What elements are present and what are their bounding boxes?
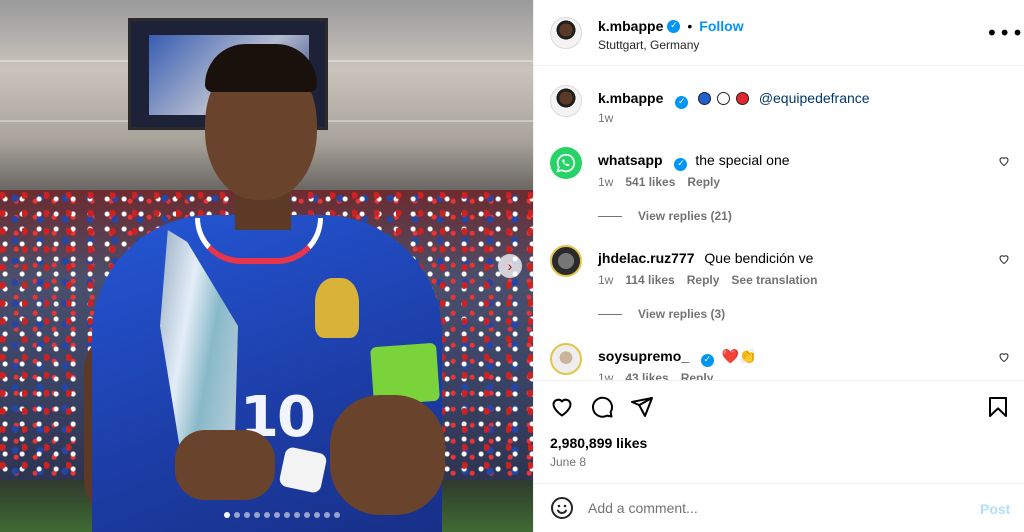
add-comment-bar: Post [534,483,1024,532]
comment-body: Que bendición ve [704,250,814,266]
post-panel: k.mbappe ✓ • Follow Stuttgart, Germany •… [533,0,1024,532]
carousel-dot [334,512,340,518]
post-button[interactable]: Post [980,501,1010,517]
comment-text: whatsapp ✓ the special one [598,151,988,171]
comment: soysupremo_ ✓ ❤️👏 1w 43 likes Reply [550,343,1010,380]
player-arm [330,395,445,515]
see-translation-button[interactable]: See translation [731,273,817,287]
timestamp: 1w [598,273,614,287]
caption: k.mbappe ✓ @equipedefrance 1w [550,85,1010,135]
chevron-right-icon: › [507,258,513,274]
avatar[interactable] [550,17,582,49]
follow-button[interactable]: Follow [699,18,743,34]
carousel-dots [224,512,340,518]
player-hair [205,44,317,92]
red-circle-icon [735,92,749,105]
username-link[interactable]: whatsapp [598,152,663,168]
avatar[interactable] [550,85,582,117]
like-comment-icon[interactable] [998,351,1010,363]
verified-icon: ✓ [667,19,681,33]
username-link[interactable]: k.mbappe [598,18,663,34]
separator: • [687,18,693,34]
carousel-dot [304,512,310,518]
timestamp: 1w [598,175,614,189]
emoji-icon[interactable] [550,496,574,520]
carousel-dot [254,512,260,518]
avatar[interactable] [550,343,582,375]
like-comment-icon[interactable] [998,253,1010,265]
whatsapp-icon [556,153,576,173]
flag-emojis [698,90,755,106]
comment-likes[interactable]: 541 likes [625,175,675,189]
view-replies-button[interactable]: View replies (21) [598,209,732,223]
comment-text: jhdelac.ruz777 Que bendición ve [598,249,988,267]
white-circle-icon [717,92,731,105]
view-replies-button[interactable]: View replies (3) [598,307,725,321]
carousel-dot [264,512,270,518]
location-link[interactable]: Stuttgart, Germany [598,38,699,52]
verified-icon: ✓ [675,96,689,109]
like-comment-icon[interactable] [998,155,1010,167]
carousel-dot [284,512,290,518]
verified-icon: ✓ [700,354,714,367]
comment: whatsapp ✓ the special one 1w 541 likes … [550,147,1010,237]
comment-input[interactable] [588,494,968,522]
verified-icon: ✓ [674,158,688,171]
carousel-next-button[interactable]: › [498,254,522,278]
username-link[interactable]: k.mbappe [598,90,663,106]
reply-button[interactable]: Reply [681,371,714,380]
avatar[interactable] [550,147,582,179]
like-icon[interactable] [550,395,574,419]
caption-text: k.mbappe ✓ @equipedefrance [598,89,988,109]
mention-link[interactable]: @equipedefrance [759,90,870,106]
team-crest [315,278,359,338]
comment-text: soysupremo_ ✓ ❤️👏 [598,347,988,367]
player-hand [175,430,275,500]
caption-meta: 1w [598,111,613,125]
more-options-icon[interactable]: ••• [986,21,1024,45]
carousel-dot [234,512,240,518]
post-author: k.mbappe ✓ • Follow [598,18,744,34]
post-media[interactable]: 10 › [0,0,533,532]
timestamp: 1w [598,111,614,125]
post-date: June 8 [550,455,587,469]
username-link[interactable]: soysupremo_ [598,348,689,364]
username-link[interactable]: jhdelac.ruz777 [598,250,695,266]
comment-body: ❤️👏 [721,348,757,364]
timestamp: 1w [598,371,614,380]
comment-meta: 1w 541 likes Reply [598,175,720,189]
wrist-tape [278,446,328,494]
comments-section[interactable]: k.mbappe ✓ @equipedefrance 1w whatsapp ✓… [534,67,1024,380]
comment-meta: 1w 114 likes Reply See translation [598,273,817,287]
reply-button[interactable]: Reply [687,273,720,287]
blue-circle-icon [698,92,712,105]
carousel-dot [244,512,250,518]
reply-button[interactable]: Reply [687,175,720,189]
comment-likes[interactable]: 43 likes [625,371,668,380]
comment-likes[interactable]: 114 likes [625,273,674,287]
carousel-dot [274,512,280,518]
post-actions: 2,980,899 likes June 8 [534,380,1024,483]
avatar[interactable] [550,245,582,277]
comment-icon[interactable] [590,395,614,419]
likes-count[interactable]: 2,980,899 likes [550,435,647,451]
comment-meta: 1w 43 likes Reply [598,371,713,380]
save-icon[interactable] [986,395,1010,419]
comment: jhdelac.ruz777 Que bendición ve 1w 114 l… [550,245,1010,335]
post-header: k.mbappe ✓ • Follow Stuttgart, Germany •… [534,0,1024,66]
carousel-dot [294,512,300,518]
share-icon[interactable] [630,395,654,419]
comment-body: the special one [695,152,790,168]
carousel-dot [314,512,320,518]
carousel-dot [224,512,230,518]
carousel-dot [324,512,330,518]
